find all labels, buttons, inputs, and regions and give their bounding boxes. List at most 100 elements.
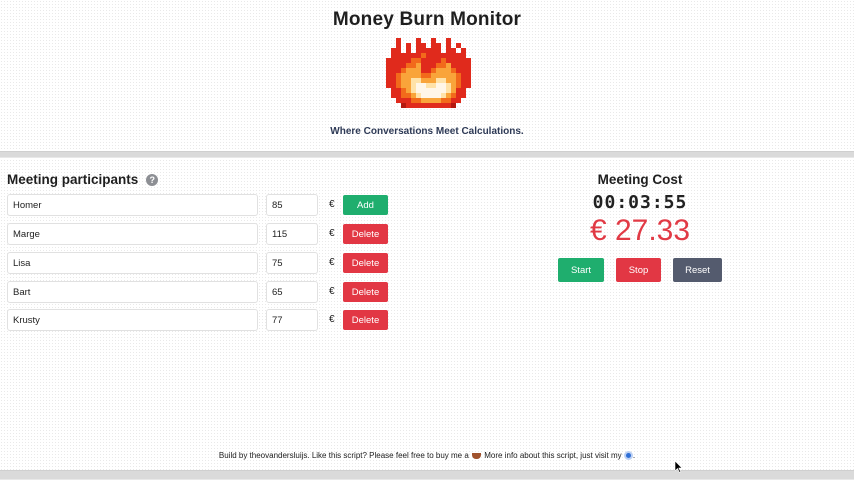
fire-pixel (406, 58, 411, 63)
fire-pixel (426, 68, 431, 73)
participant-name-input[interactable] (7, 223, 258, 245)
fire-pixel (416, 93, 421, 98)
fire-pixel (401, 68, 406, 73)
fire-pixel (451, 103, 456, 108)
delete-participant-button[interactable]: Delete (343, 224, 388, 244)
fire-pixel (411, 53, 416, 58)
start-button[interactable]: Start (558, 258, 604, 282)
fire-pixel (451, 78, 456, 83)
fire-pixel (411, 78, 416, 83)
participant-rate-input[interactable] (266, 194, 318, 216)
fire-pixel (416, 53, 421, 58)
fire-pixel (441, 58, 446, 63)
fire-pixel (396, 83, 401, 88)
github-icon[interactable] (623, 451, 633, 461)
fire-pixel (406, 83, 411, 88)
fire-pixel (446, 53, 451, 58)
fire-pixel (456, 43, 461, 48)
participant-row: € Delete (7, 281, 397, 303)
fire-pixel (421, 98, 426, 103)
delete-participant-button[interactable]: Delete (343, 282, 388, 302)
divider (0, 151, 854, 158)
fire-pixel (436, 88, 441, 93)
fire-pixel (441, 93, 446, 98)
fire-pixel (406, 43, 411, 48)
fire-pixel (441, 68, 446, 73)
fire-pixel (416, 73, 421, 78)
fire-pixel (416, 103, 421, 108)
fire-pixel (436, 68, 441, 73)
fire-pixel (421, 93, 426, 98)
fire-pixel (466, 58, 471, 63)
fire-pixel (436, 78, 441, 83)
participant-rate-input[interactable] (266, 281, 318, 303)
fire-pixel (411, 103, 416, 108)
fire-pixel (406, 48, 411, 53)
fire-pixel (386, 78, 391, 83)
participant-rate-input[interactable] (266, 309, 318, 331)
fire-pixel (416, 68, 421, 73)
fire-pixel (441, 63, 446, 68)
fire-pixel (416, 58, 421, 63)
fire-pixel (431, 58, 436, 63)
fire-pixel (451, 53, 456, 58)
fire-pixel (436, 93, 441, 98)
currency-label: € (329, 286, 335, 297)
fire-pixel (396, 68, 401, 73)
participant-name-input[interactable] (7, 194, 258, 216)
participant-rate-input[interactable] (266, 223, 318, 245)
fire-pixel (446, 73, 451, 78)
delete-participant-button[interactable]: Delete (343, 253, 388, 273)
fire-pixel (431, 43, 436, 48)
fire-pixel (451, 83, 456, 88)
fire-pixel (391, 63, 396, 68)
fire-pixel (436, 43, 441, 48)
fire-pixel (431, 63, 436, 68)
participant-name-input[interactable] (7, 309, 258, 331)
delete-participant-button[interactable]: Delete (343, 310, 388, 330)
participant-name-input[interactable] (7, 252, 258, 274)
fire-pixel (421, 73, 426, 78)
participants-panel: Meeting participants ? € Add € Delete € … (7, 172, 407, 331)
fire-pixel (431, 53, 436, 58)
participant-name-input[interactable] (7, 281, 258, 303)
stop-button[interactable]: Stop (616, 258, 661, 282)
fire-pixel (416, 43, 421, 48)
fire-pixel (436, 53, 441, 58)
participant-row: € Delete (7, 252, 397, 274)
help-icon[interactable]: ? (146, 173, 159, 186)
fire-pixel (396, 48, 401, 53)
fire-pixel (446, 78, 451, 83)
fire-pixel (446, 98, 451, 103)
fire-pixel (411, 63, 416, 68)
meeting-cost-title: Meeting Cost (597, 172, 683, 187)
fire-pixel (446, 103, 451, 108)
fire-pixel (446, 88, 451, 93)
fire-pixel (456, 78, 461, 83)
coffee-icon[interactable] (472, 452, 482, 459)
participant-rate-input[interactable] (266, 252, 318, 274)
fire-pixel (451, 98, 456, 103)
fire-pixel (396, 73, 401, 78)
fire-pixel (436, 73, 441, 78)
fire-pixel (431, 103, 436, 108)
fire-pixel (396, 93, 401, 98)
fire-pixel (446, 38, 451, 43)
reset-button[interactable]: Reset (673, 258, 722, 282)
fire-pixel (426, 48, 431, 53)
fire-pixel (401, 98, 406, 103)
fire-pixel (416, 38, 421, 43)
fire-pixel (461, 88, 466, 93)
fire-pixel (451, 93, 456, 98)
fire-pixel (416, 48, 421, 53)
meeting-cost-panel: Meeting Cost 00:03:55 € 27.33 Start Stop… (520, 172, 760, 282)
fire-pixel (466, 83, 471, 88)
fire-pixel (426, 103, 431, 108)
fire-pixel (406, 88, 411, 93)
add-participant-button[interactable]: Add (343, 195, 388, 215)
fire-pixel (466, 68, 471, 73)
tagline: Where Conversations Meet Calculations. (330, 126, 524, 137)
fire-pixel (396, 53, 401, 58)
fire-pixel (426, 98, 431, 103)
fire-pixel (421, 48, 426, 53)
